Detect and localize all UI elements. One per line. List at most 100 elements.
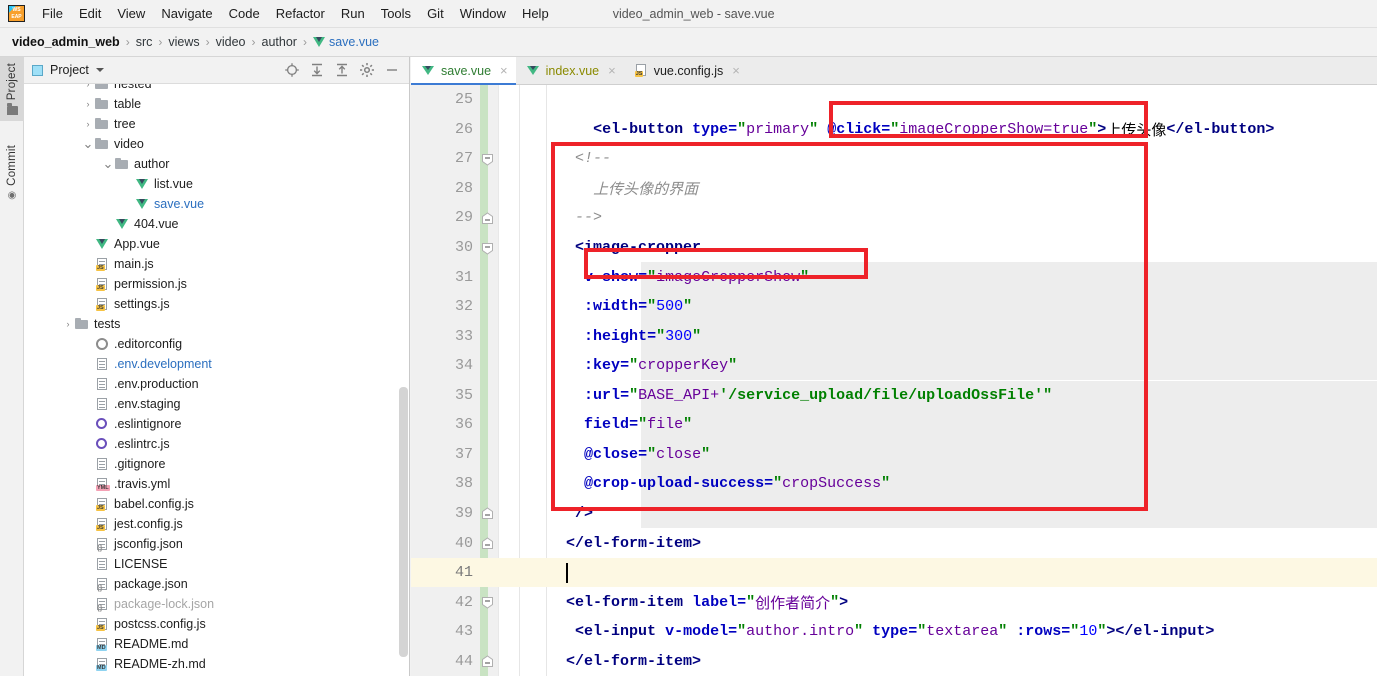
- tree-item[interactable]: .env.development: [24, 354, 409, 374]
- tree-item[interactable]: list.vue: [24, 174, 409, 194]
- code-line[interactable]: 27 <!--: [411, 144, 1377, 174]
- chevron-down-icon[interactable]: [95, 68, 104, 72]
- code-line[interactable]: 32:width = " 500 ": [411, 292, 1377, 322]
- tree-item[interactable]: .eslintignore: [24, 414, 409, 434]
- breadcrumb-item-project[interactable]: video_admin_web: [12, 35, 120, 49]
- code-line[interactable]: 30 <image-cropper: [411, 233, 1377, 263]
- tree-item[interactable]: YML .travis.yml: [24, 474, 409, 494]
- tool-window-button-commit[interactable]: Commit ◉: [0, 139, 24, 207]
- code-editor[interactable]: 25 26 <el-button type = " primary " @click = " im…: [411, 85, 1377, 676]
- project-panel-toolbar: [284, 62, 409, 78]
- tree-item[interactable]: › tests: [24, 314, 409, 334]
- tree-item[interactable]: .editorconfig: [24, 334, 409, 354]
- tree-item[interactable]: MD README-zh.md: [24, 654, 409, 674]
- chevron-right-icon[interactable]: ›: [62, 319, 74, 329]
- code-line[interactable]: 43 <el-input v-model = " author.intro " type =…: [411, 617, 1377, 647]
- fold-region-end-icon[interactable]: [481, 507, 494, 520]
- code-line[interactable]: 26 <el-button type = " primary " @click = " imag…: [411, 115, 1377, 145]
- tree-item[interactable]: MD README.md: [24, 634, 409, 654]
- code-line[interactable]: 37 @close = " close ": [411, 440, 1377, 470]
- fold-region-end-icon[interactable]: [481, 212, 494, 225]
- tree-item[interactable]: JS permission.js: [24, 274, 409, 294]
- tree-item[interactable]: save.vue: [24, 194, 409, 214]
- fold-region-end-icon[interactable]: [481, 655, 494, 668]
- tree-item[interactable]: JS main.js: [24, 254, 409, 274]
- editor-tab-save-vue[interactable]: save.vue ×: [411, 57, 516, 85]
- code-line[interactable]: 28 上传头像的界面: [411, 174, 1377, 204]
- chevron-down-icon[interactable]: ⌄: [102, 157, 114, 170]
- breadcrumb-item-views[interactable]: views: [168, 35, 199, 49]
- fold-collapse-icon[interactable]: [481, 596, 494, 609]
- settings-gear-icon[interactable]: [359, 62, 375, 78]
- close-icon[interactable]: ×: [608, 63, 616, 78]
- tree-item[interactable]: › tree: [24, 114, 409, 134]
- breadcrumb-item-savevue[interactable]: save.vue: [329, 35, 379, 49]
- tree-item[interactable]: App.vue: [24, 234, 409, 254]
- chevron-right-icon[interactable]: ›: [82, 119, 94, 129]
- code-line[interactable]: 34:key = " cropperKey ": [411, 351, 1377, 381]
- expand-all-icon[interactable]: [309, 62, 325, 78]
- code-line[interactable]: 25: [411, 85, 1377, 115]
- tree-item[interactable]: {} jsconfig.json: [24, 534, 409, 554]
- menu-item-code[interactable]: Code: [221, 3, 268, 24]
- tree-item[interactable]: ⌄ author: [24, 154, 409, 174]
- chevron-right-icon[interactable]: ›: [82, 84, 94, 89]
- tree-item[interactable]: .env.production: [24, 374, 409, 394]
- tree-item[interactable]: JS babel.config.js: [24, 494, 409, 514]
- chevron-right-icon[interactable]: ›: [82, 99, 94, 109]
- code-line[interactable]: 36 field = " file ": [411, 410, 1377, 440]
- line-number: 42: [454, 593, 473, 611]
- code-line[interactable]: 35:url = " BASE_API+ '/service_upload/file/u…: [411, 381, 1377, 411]
- tree-item[interactable]: JS settings.js: [24, 294, 409, 314]
- minimize-icon[interactable]: [384, 62, 400, 78]
- tree-item[interactable]: › table: [24, 94, 409, 114]
- tree-item[interactable]: › nested: [24, 84, 409, 94]
- tree-item[interactable]: .eslintrc.js: [24, 434, 409, 454]
- breadcrumb-item-src[interactable]: src: [136, 35, 153, 49]
- fold-collapse-icon[interactable]: [481, 242, 494, 255]
- menu-item-git[interactable]: Git: [419, 3, 452, 24]
- tree-item[interactable]: 404.vue: [24, 214, 409, 234]
- menu-item-help[interactable]: Help: [514, 3, 557, 24]
- menu-item-refactor[interactable]: Refactor: [268, 3, 333, 24]
- editor-tab-vue-config-js[interactable]: JS vue.config.js ×: [624, 57, 748, 84]
- breadcrumb-item-author[interactable]: author: [262, 35, 297, 49]
- code-line[interactable]: 44 </el-form-item >: [411, 646, 1377, 676]
- menu-item-navigate[interactable]: Navigate: [153, 3, 220, 24]
- tree-item[interactable]: {} package.json: [24, 574, 409, 594]
- locate-icon[interactable]: [284, 62, 300, 78]
- tree-item[interactable]: JS jest.config.js: [24, 514, 409, 534]
- menu-item-edit[interactable]: Edit: [71, 3, 109, 24]
- project-file-tree[interactable]: › nested › table › tree ⌄ video ⌄ author list.vue s…: [24, 84, 409, 676]
- tree-item[interactable]: .env.staging: [24, 394, 409, 414]
- menu-item-run[interactable]: Run: [333, 3, 373, 24]
- code-line[interactable]: 31 v-show = " imageCropperShow ": [411, 262, 1377, 292]
- project-panel-scrollbar[interactable]: [399, 387, 408, 657]
- menu-item-tools[interactable]: Tools: [373, 3, 419, 24]
- chevron-down-icon[interactable]: ⌄: [82, 137, 94, 150]
- breadcrumb-separator: ›: [158, 35, 163, 49]
- menu-item-file[interactable]: File: [34, 3, 71, 24]
- fold-region-end-icon[interactable]: [481, 537, 494, 550]
- close-icon[interactable]: ×: [500, 63, 508, 78]
- code-line[interactable]: 39 />: [411, 499, 1377, 529]
- code-line[interactable]: 38 @crop-upload-success = " cropSuccess ": [411, 469, 1377, 499]
- code-line[interactable]: 42 <el-form-item label = " 创作者简介 " >: [411, 587, 1377, 617]
- code-line[interactable]: 29 -->: [411, 203, 1377, 233]
- code-line[interactable]: 33:height = " 300 ": [411, 321, 1377, 351]
- tree-item[interactable]: ⌄ video: [24, 134, 409, 154]
- code-line[interactable]: 41: [411, 558, 1377, 588]
- menu-item-view[interactable]: View: [109, 3, 153, 24]
- breadcrumb-item-video[interactable]: video: [216, 35, 246, 49]
- tree-item[interactable]: LICENSE: [24, 554, 409, 574]
- close-icon[interactable]: ×: [732, 63, 740, 78]
- tree-item[interactable]: {} package-lock.json: [24, 594, 409, 614]
- code-line[interactable]: 40 </el-form-item >: [411, 528, 1377, 558]
- collapse-all-icon[interactable]: [334, 62, 350, 78]
- fold-collapse-icon[interactable]: [481, 153, 494, 166]
- tree-item[interactable]: JS postcss.config.js: [24, 614, 409, 634]
- tool-window-button-project[interactable]: Project: [0, 57, 24, 122]
- menu-item-window[interactable]: Window: [452, 3, 514, 24]
- editor-tab-index-vue[interactable]: index.vue ×: [516, 57, 624, 84]
- tree-item[interactable]: .gitignore: [24, 454, 409, 474]
